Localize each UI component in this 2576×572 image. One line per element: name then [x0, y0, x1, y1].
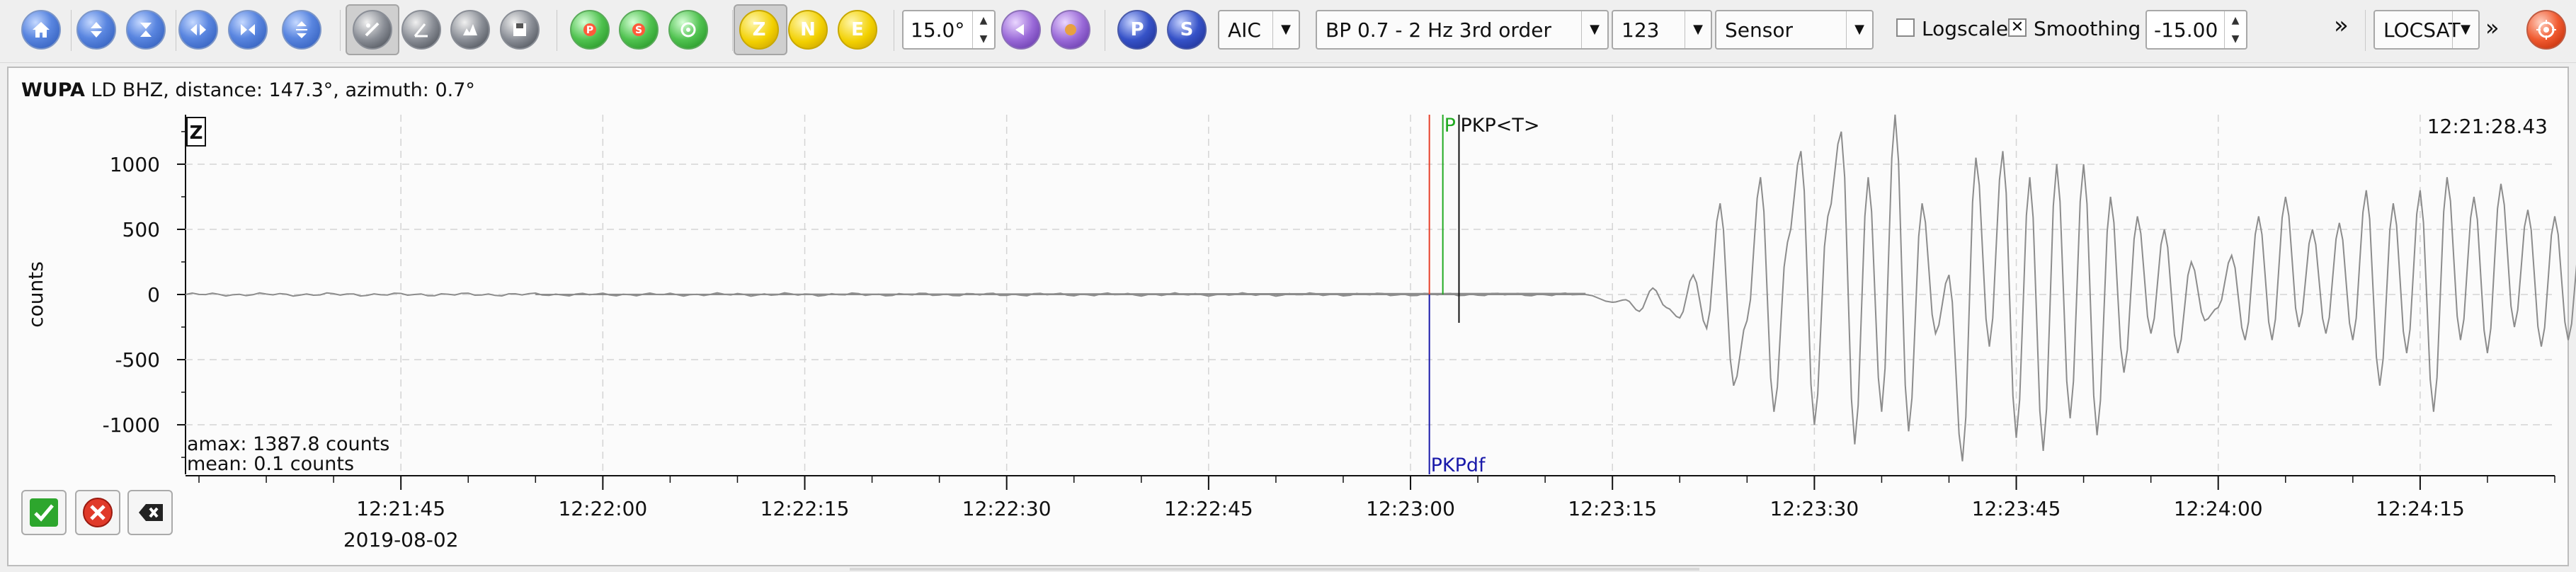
y-tick-label: 1000: [110, 153, 160, 176]
delete-icon: [139, 504, 163, 521]
y-tick-label: 0: [147, 283, 160, 307]
pick-label: PKP<T>: [1460, 115, 1539, 137]
x-tick-label: 12:22:00: [558, 497, 647, 520]
seismogram-plot[interactable]: 1000 500 0 -500 -1000 12:21:45 12:22:00 12:22:1…: [0, 0, 2576, 572]
x-tick-label: 12:24:15: [2376, 497, 2465, 520]
x-tick-label: 12:21:45: [356, 497, 445, 520]
y-tick-label: -500: [115, 348, 160, 372]
mean-label: mean: 0.1 counts: [187, 453, 354, 475]
reject-button[interactable]: [75, 490, 120, 535]
x-tick-label: 12:24:00: [2174, 497, 2263, 520]
x-tick-label: 12:22:30: [962, 497, 1052, 520]
y-axis-label: counts: [24, 261, 47, 328]
accept-button[interactable]: [21, 490, 67, 535]
component-label: Z: [190, 122, 203, 144]
splitter-handle[interactable]: [850, 568, 1699, 571]
waveform-trace: [185, 114, 2576, 462]
x-tick-label: 12:23:45: [1972, 497, 2061, 520]
trace-start-time: 12:21:28.43: [2427, 115, 2548, 138]
y-tick-label: -1000: [103, 413, 160, 437]
amax-label: amax: 1387.8 counts: [187, 433, 389, 455]
x-tick-label: 12:23:15: [1568, 497, 1657, 520]
checkmark-icon: [30, 498, 58, 527]
pick-label: P: [1444, 115, 1456, 137]
x-tick-label: 12:22:15: [760, 497, 850, 520]
clear-picks-button[interactable]: [127, 490, 173, 535]
x-tick-label: 12:23:00: [1366, 497, 1455, 520]
pick-label: PKPdf: [1431, 454, 1486, 476]
x-tick-label: 12:23:30: [1769, 497, 1859, 520]
cancel-icon: [83, 498, 113, 527]
x-tick-label: 12:22:45: [1164, 497, 1253, 520]
y-tick-label: 500: [122, 218, 160, 241]
date-label: 2019-08-02: [343, 528, 459, 551]
